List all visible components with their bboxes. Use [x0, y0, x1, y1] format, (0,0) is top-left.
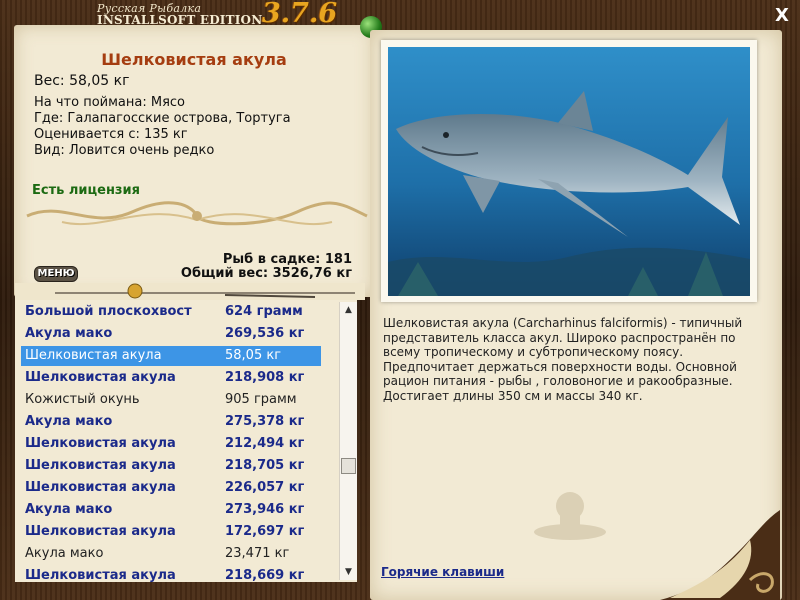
- catch-fish-weight: 624 грамм: [225, 304, 303, 319]
- fish-location: Где: Галапагосские острова, Тортуга: [34, 111, 291, 126]
- catch-list-item[interactable]: Шелковистая акула 58,05 кг: [21, 346, 321, 366]
- fish-rarity: Вид: Ловится очень редко: [34, 143, 215, 158]
- catch-list-item[interactable]: Шелковистая акула 226,057 кг: [21, 478, 321, 498]
- catch-list-item[interactable]: Акула мако 23,471 кг: [21, 544, 321, 564]
- catch-fish-weight: 218,705 кг: [225, 458, 305, 473]
- catch-list-item[interactable]: Кожистый окунь 905 грамм: [21, 390, 321, 410]
- catch-fish-weight: 905 грамм: [225, 392, 297, 407]
- fish-weight: Вес: 58,05 кг: [34, 73, 130, 89]
- fish-count: Рыб в садке: 181: [222, 252, 352, 267]
- catch-list-item[interactable]: Шелковистая акула 218,705 кг: [21, 456, 321, 476]
- catch-list-item[interactable]: Акула мако 275,378 кг: [21, 412, 321, 432]
- catch-fish-weight: 226,057 кг: [225, 480, 305, 495]
- shark-photo: [388, 47, 750, 296]
- list-scrollbar[interactable]: ▲ ▼: [339, 302, 357, 580]
- catch-fish-name: Акула мако: [25, 546, 104, 561]
- catch-fish-weight: 58,05 кг: [225, 348, 282, 363]
- catch-fish-name: Шелковистая акула: [25, 568, 176, 582]
- catch-list-item[interactable]: Шелковистая акула 172,697 кг: [21, 522, 321, 542]
- fish-description: Шелковистая акула (Carcharhinus falcifor…: [383, 316, 743, 403]
- scroll-thumb[interactable]: [341, 458, 356, 474]
- fisherman-emblem: [534, 492, 606, 540]
- catch-fish-weight: 218,669 кг: [225, 568, 305, 582]
- catch-fish-name: Шелковистая акула: [25, 524, 176, 539]
- catch-fish-name: Акула мако: [25, 326, 113, 341]
- menu-button[interactable]: МЕНЮ: [34, 266, 78, 282]
- catch-fish-name: Шелковистая акула: [25, 436, 176, 451]
- catch-list-item[interactable]: Шелковистая акула 218,908 кг: [21, 368, 321, 388]
- fish-value: Оценивается с: 135 кг: [34, 127, 188, 142]
- catch-fish-name: Акула мако: [25, 414, 113, 429]
- catch-list-item[interactable]: Большой плоскохвост 624 грамм: [21, 302, 321, 322]
- catch-fish-weight: 212,494 кг: [225, 436, 305, 451]
- catch-fish-weight: 218,908 кг: [225, 370, 305, 385]
- license-status: Есть лицензия: [32, 183, 140, 198]
- total-weight: Общий вес: 3526,76 кг: [180, 266, 352, 281]
- catch-fish-weight: 273,946 кг: [225, 502, 305, 517]
- catch-fish-weight: 269,536 кг: [225, 326, 305, 341]
- fish-title: Шелковистая акула: [101, 50, 287, 69]
- catch-list-item[interactable]: Шелковистая акула 212,494 кг: [21, 434, 321, 454]
- fish-bait: На что поймана: Мясо: [34, 95, 186, 110]
- page-curl-decoration: [660, 510, 780, 600]
- scroll-down-button[interactable]: ▼: [340, 564, 357, 580]
- list-header-ornament: [15, 283, 365, 300]
- ornament-divider: [26, 201, 368, 226]
- catch-fish-name: Кожистый окунь: [25, 392, 140, 407]
- catch-fish-weight: 172,697 кг: [225, 524, 305, 539]
- hotkeys-link[interactable]: Горячие клавиши: [381, 565, 504, 579]
- catch-fish-name: Шелковистая акула: [25, 370, 176, 385]
- catch-fish-name: Шелковистая акула: [25, 458, 176, 473]
- catch-fish-name: Акула мако: [25, 502, 113, 517]
- close-button[interactable]: X: [772, 6, 792, 26]
- catch-list-item[interactable]: Акула мако 273,946 кг: [21, 500, 321, 520]
- catch-fish-weight: 275,378 кг: [225, 414, 305, 429]
- catch-fish-name: Шелковистая акула: [25, 480, 176, 495]
- catch-fish-name: Шелковистая акула: [25, 348, 162, 363]
- catch-list-item[interactable]: Шелковистая акула 218,669 кг: [21, 566, 321, 582]
- catch-fish-name: Большой плоскохвост: [25, 304, 192, 319]
- scroll-up-button[interactable]: ▲: [340, 302, 357, 318]
- catch-list[interactable]: Большой плоскохвост 624 грамм Акула мако 26…: [15, 300, 357, 582]
- catch-list-item[interactable]: Акула мако 269,536 кг: [21, 324, 321, 344]
- catch-fish-weight: 23,471 кг: [225, 546, 290, 561]
